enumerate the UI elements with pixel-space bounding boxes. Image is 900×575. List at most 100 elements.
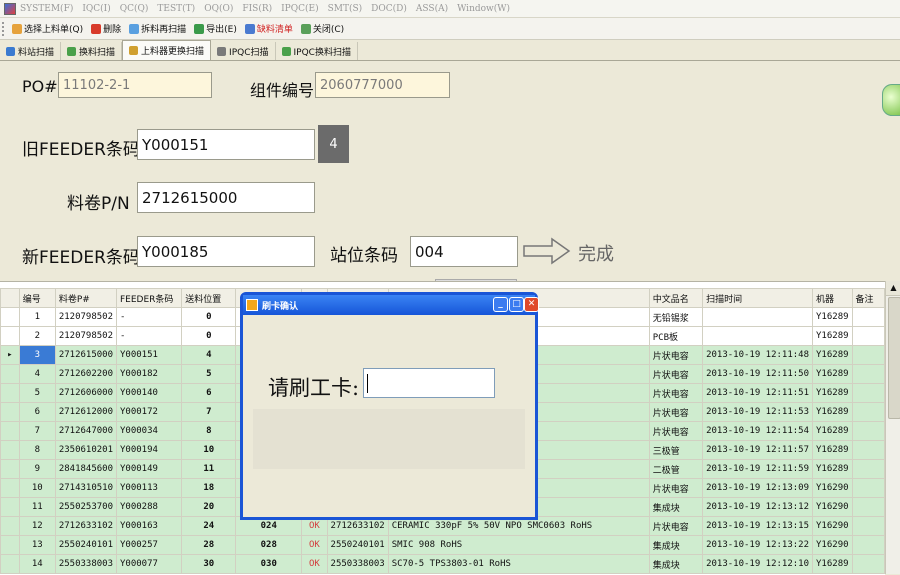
menu-item[interactable]: TEST(T) [157,4,195,14]
row-header[interactable] [0,516,20,536]
reel-pn-input[interactable]: 2712615000 [137,182,315,213]
tab[interactable]: 上料器更换扫描 [122,40,212,60]
menu-item[interactable]: Window(W) [457,4,510,14]
column-header[interactable]: 备注 [851,288,885,308]
column-header[interactable]: 编号 [18,288,56,308]
minimize-icon[interactable]: _ [493,297,508,312]
table-cell-desc: SC70-5 TPS3803-01 RoHS [387,554,650,574]
table-cell-time: 2013-10-19 12:13:15 [702,516,814,536]
table-cell-no: 9 [18,459,56,479]
tab[interactable]: IPQC换料扫描 [276,42,358,60]
dialog-title-bar[interactable]: 刷卡确认 _ □ ✕ [243,295,539,315]
text-caret [367,374,368,393]
table-cell-pn: 2712647000 [54,421,118,441]
table-cell-time: 2013-10-19 12:11:48 [702,345,814,365]
column-header[interactable]: 扫描时间 [702,288,814,308]
tab[interactable]: 料站扫描 [0,42,62,60]
toolbar-button[interactable]: 关闭(C) [300,22,344,35]
po-label: PO# [22,77,58,96]
table-cell-no: 11 [18,497,56,517]
menu-bar: SYSTEM(F) IQC(I) QC(Q) TEST(T) OQ(O) FIS(R) IP… [0,0,900,18]
row-header[interactable] [0,497,20,517]
new-feeder-input[interactable]: Y000185 [137,236,315,267]
row-header[interactable]: ▸ [0,345,20,365]
toolbar-button-label: 选择上料单(Q) [24,25,84,35]
column-header[interactable]: 料卷P# [54,288,118,308]
menu-item[interactable]: ASS(A) [416,4,448,14]
row-header[interactable] [0,554,20,574]
assembly-field[interactable]: 2060777000 [315,72,450,98]
menu-item[interactable]: OQ(O) [204,4,233,14]
toolbar-icon [129,23,140,34]
menu-item[interactable]: SYSTEM(F) [20,4,73,14]
table-cell-pos: 8 [181,421,237,441]
table-cell-feeder: Y000151 [115,345,183,365]
row-header[interactable] [0,402,20,422]
table-cell-time: 2013-10-19 12:11:53 [702,402,814,422]
po-field[interactable]: 11102-2-1 [58,72,212,98]
scroll-up-icon[interactable]: ▲ [886,281,900,296]
column-header[interactable]: 中文品名 [648,288,704,308]
menu-item[interactable]: FIS(R) [242,4,272,14]
row-header[interactable] [0,307,20,327]
table-cell-feeder: Y000034 [115,421,183,441]
row-header[interactable] [0,326,20,346]
row-header[interactable] [0,440,20,460]
table-cell-feeder: Y000149 [115,459,183,479]
row-header[interactable] [0,459,20,479]
toolbar-button-label: 导出(E) [206,25,237,35]
table-cell-pn: 2550253700 [54,497,118,517]
column-header[interactable]: 送料位置 [181,288,237,308]
menu-item[interactable]: QC(Q) [120,4,149,14]
table-cell-cname: 片状电容 [648,402,704,422]
toolbar-button[interactable]: 缺料清单 [244,22,293,35]
column-header[interactable]: 机器 [812,288,853,308]
toolbar-items: 选择上料单(Q) 删除 拆料再扫描 导出(E) 缺料清单 关闭(C) [8,22,348,35]
table-cell-pn: 2712612000 [54,402,118,422]
menu-item[interactable]: DOC(D) [371,4,407,14]
work-card-input[interactable] [363,368,495,398]
menu-item[interactable]: IPQC(E) [281,4,318,14]
row-header[interactable] [0,364,20,384]
table-cell-machine: Y16289 [812,554,853,574]
table-cell-machine: Y16289 [812,307,853,327]
row-header[interactable] [0,535,20,555]
table-row[interactable]: 13 2550240101 Y000257 28 028 OK 2550240101 SMIC… [0,535,885,555]
row-header[interactable] [0,383,20,403]
toolbar-button[interactable]: 删除 [91,22,121,35]
table-cell-machine: Y16289 [812,440,853,460]
vertical-scrollbar[interactable]: ▲ [885,281,900,574]
column-header[interactable]: FEEDER条码 [115,288,183,308]
row-header[interactable] [0,421,20,441]
close-icon[interactable]: ✕ [524,297,539,312]
table-cell-cname: 集成块 [648,535,704,555]
table-cell-note [851,535,885,555]
new-feeder-label: 新FEEDER条码 [22,248,140,268]
menu-item[interactable]: IQC(I) [82,4,110,14]
toolbar-button[interactable]: 选择上料单(Q) [12,22,83,35]
tab[interactable]: IPQC扫描 [211,42,276,60]
old-feeder-input[interactable]: Y000151 [137,129,315,160]
tab-strip: 料站扫描 换料扫描 上料器更换扫描 IPQC扫描 IPQC换料扫描 [0,40,900,61]
maximize-icon[interactable]: □ [509,297,524,312]
table-cell-machine: Y16290 [812,478,853,498]
toolbar-button[interactable]: 拆料再扫描 [129,22,186,35]
menu-item[interactable]: SMT(S) [328,4,363,14]
reel-pn-label: 料卷P/N [67,194,130,214]
table-cell-note [851,421,885,441]
table-cell-pn: 2120798502 [54,326,118,346]
toolbar-icon [91,23,102,34]
toolbar-button-label: 拆料再扫描 [141,25,187,35]
feeder-change-form: PO# 11102-2-1 组件编号 2060777000 旧FEEDER条码 … [0,61,885,280]
table-cell-feeder: Y000182 [115,364,183,384]
row-header[interactable] [0,478,20,498]
table-row[interactable]: 14 2550338003 Y000077 30 030 OK 2550338003 SC70… [0,554,885,574]
assembly-label: 组件编号 [250,81,315,100]
tab-label: 换料扫描 [79,47,116,58]
side-panel-toggle-icon[interactable] [882,84,900,116]
tab[interactable]: 换料扫描 [61,42,123,60]
toolbar-button[interactable]: 导出(E) [194,22,237,35]
tab-label: 料站扫描 [18,47,55,58]
scroll-thumb[interactable] [888,297,900,419]
station-input[interactable]: 004 [410,236,518,267]
